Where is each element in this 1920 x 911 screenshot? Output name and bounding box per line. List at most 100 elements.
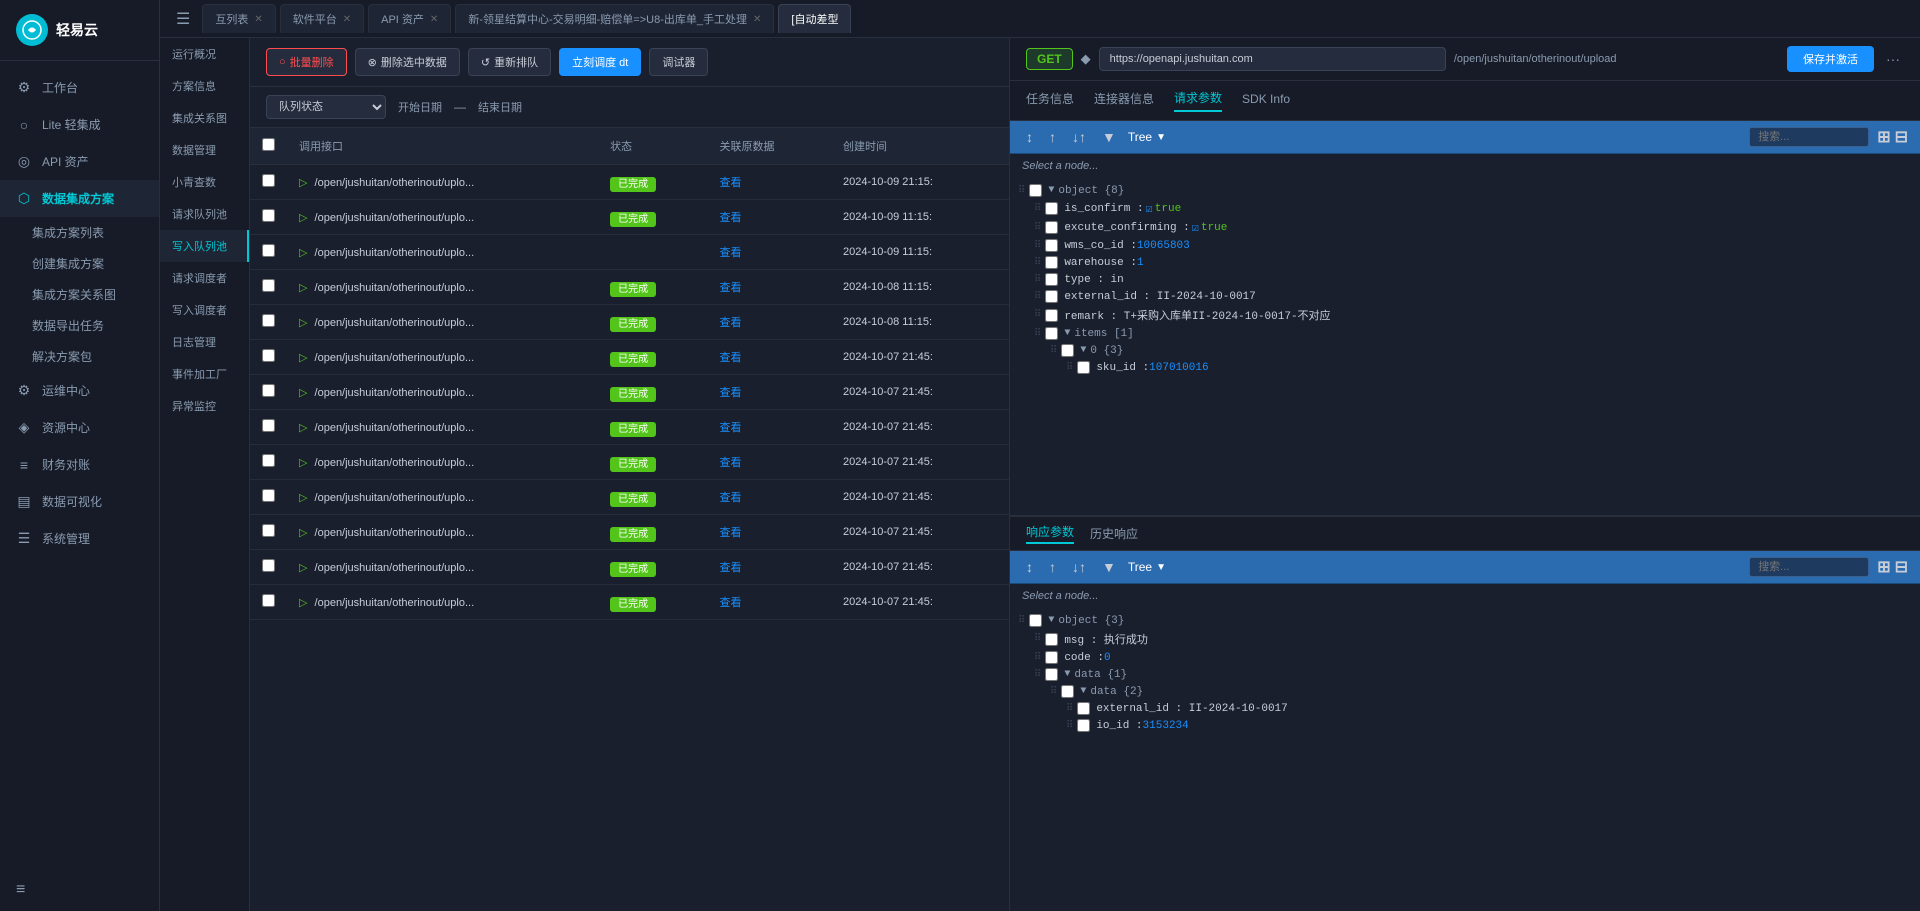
collapse-btn[interactable]: ▼ — [1080, 686, 1086, 697]
view-link[interactable]: 查看 — [720, 562, 742, 574]
delete-selected-button[interactable]: ⊗ 删除选中数据 — [355, 48, 460, 76]
response-collapse-all-icon[interactable]: ⊟ — [1895, 557, 1908, 577]
drag-handle[interactable]: ⠿ — [1066, 703, 1073, 715]
drag-handle[interactable]: ⠿ — [1034, 222, 1041, 234]
sidebar-item-data-viz[interactable]: ▤ 数据可视化 — [0, 483, 159, 520]
view-link[interactable]: 查看 — [720, 597, 742, 609]
row-checkbox[interactable] — [262, 244, 275, 257]
sort-icon[interactable]: ↕ — [1022, 127, 1037, 147]
down-icon[interactable]: ↓↑ — [1068, 557, 1090, 577]
menu-item-data-mgmt[interactable]: 数据管理 — [160, 134, 249, 166]
view-link[interactable]: 查看 — [720, 492, 742, 504]
sort-icon[interactable]: ↕ — [1022, 557, 1037, 577]
json-row-checkbox[interactable] — [1077, 719, 1090, 732]
tab-task-info[interactable]: 任务信息 — [1026, 90, 1074, 111]
row-checkbox[interactable] — [262, 594, 275, 607]
row-checkbox[interactable] — [262, 174, 275, 187]
menu-item-write-scheduler[interactable]: 写入调度者 — [160, 294, 249, 326]
row-checkbox[interactable] — [262, 384, 275, 397]
drag-handle[interactable]: ⠿ — [1034, 291, 1041, 303]
tab-software[interactable]: 软件平台 ✕ — [280, 4, 364, 33]
tab-close-icon[interactable]: ✕ — [430, 14, 438, 25]
schedule-dt-button[interactable]: 立刻调度 dt — [559, 48, 641, 76]
sidebar-item-resource[interactable]: ◈ 资源中心 — [0, 409, 159, 446]
view-link[interactable]: 查看 — [720, 457, 742, 469]
json-row-checkbox[interactable] — [1061, 344, 1074, 357]
response-expand-all-icon[interactable]: ⊞ — [1877, 557, 1890, 577]
menu-item-map[interactable]: 集成关系图 — [160, 102, 249, 134]
menu-item-anomaly[interactable]: 异常监控 — [160, 390, 249, 422]
json-row-checkbox[interactable] — [1045, 221, 1058, 234]
view-link[interactable]: 查看 — [720, 527, 742, 539]
row-checkbox[interactable] — [262, 349, 275, 362]
drag-handle[interactable]: ⠿ — [1034, 274, 1041, 286]
sidebar-item-solution-pkg[interactable]: 解决方案包 — [16, 341, 159, 372]
tab-api[interactable]: API 资产 ✕ — [368, 4, 451, 33]
view-link[interactable]: 查看 — [720, 387, 742, 399]
drag-handle[interactable]: ⠿ — [1018, 615, 1025, 627]
view-link[interactable]: 查看 — [720, 212, 742, 224]
json-row-checkbox[interactable] — [1045, 327, 1058, 340]
sidebar-item-create-integration[interactable]: 创建集成方案 — [16, 248, 159, 279]
json-row-checkbox[interactable] — [1061, 685, 1074, 698]
collapse-btn[interactable]: ▼ — [1064, 328, 1070, 339]
drag-handle[interactable]: ⠿ — [1034, 240, 1041, 252]
tab-request-params[interactable]: 请求参数 — [1174, 89, 1222, 112]
collapse-all-icon[interactable]: ⊟ — [1895, 127, 1908, 147]
view-link[interactable]: 查看 — [720, 352, 742, 364]
tab-response-params[interactable]: 响应参数 — [1026, 523, 1074, 544]
up-icon[interactable]: ↑ — [1045, 127, 1060, 147]
down-icon[interactable]: ↓↑ — [1068, 127, 1090, 147]
view-link[interactable]: 查看 — [720, 282, 742, 294]
json-row-checkbox[interactable] — [1045, 256, 1058, 269]
batch-delete-button[interactable]: ○ 批量删除 — [266, 48, 347, 76]
hamburger-icon[interactable]: ☰ — [168, 9, 198, 29]
request-search-input[interactable] — [1749, 127, 1869, 147]
drag-handle[interactable]: ⠿ — [1034, 633, 1041, 645]
menu-item-request-queue[interactable]: 请求队列池 — [160, 198, 249, 230]
re-queue-button[interactable]: ↺ 重新排队 — [468, 48, 551, 76]
menu-item-event-factory[interactable]: 事件加工厂 — [160, 358, 249, 390]
menu-item-request-scheduler[interactable]: 请求调度者 — [160, 262, 249, 294]
filter-icon[interactable]: ▼ — [1098, 557, 1120, 577]
more-options-button[interactable]: ··· — [1882, 51, 1904, 67]
json-row-checkbox[interactable] — [1045, 668, 1058, 681]
json-row-checkbox[interactable] — [1029, 184, 1042, 197]
sidebar-item-ops[interactable]: ⚙ 运维中心 — [0, 372, 159, 409]
tab-list[interactable]: 互列表 ✕ — [202, 4, 275, 33]
collapse-btn[interactable]: ▼ — [1048, 185, 1054, 196]
tab-close-icon[interactable]: ✕ — [254, 14, 262, 25]
row-checkbox[interactable] — [262, 524, 275, 537]
tab-close-icon[interactable]: ✕ — [343, 14, 351, 25]
sidebar-item-integration-list[interactable]: 集成方案列表 — [16, 217, 159, 248]
collapse-btn[interactable]: ▼ — [1048, 615, 1054, 626]
sidebar-item-workbench[interactable]: ⚙ 工作台 — [0, 69, 159, 106]
select-all-checkbox[interactable] — [262, 138, 275, 151]
view-link[interactable]: 查看 — [720, 422, 742, 434]
sidebar-item-data-export[interactable]: 数据导出任务 — [16, 310, 159, 341]
sidebar-item-api[interactable]: ◎ API 资产 — [0, 143, 159, 180]
json-row-checkbox[interactable] — [1045, 239, 1058, 252]
sidebar-item-sys[interactable]: ☰ 系统管理 — [0, 520, 159, 557]
drag-handle[interactable]: ⠿ — [1066, 720, 1073, 732]
row-checkbox[interactable] — [262, 419, 275, 432]
view-link[interactable]: 查看 — [720, 177, 742, 189]
row-checkbox[interactable] — [262, 559, 275, 572]
sidebar-item-integration-map[interactable]: 集成方案关系图 — [16, 279, 159, 310]
drag-handle[interactable]: ⠿ — [1034, 652, 1041, 664]
tab-sdk-info[interactable]: SDK Info — [1242, 92, 1290, 110]
drag-handle[interactable]: ⠿ — [1034, 669, 1041, 681]
json-row-checkbox[interactable] — [1045, 290, 1058, 303]
json-row-checkbox[interactable] — [1045, 309, 1058, 322]
collapse-btn[interactable]: ▼ — [1080, 345, 1086, 356]
sidebar-item-finance[interactable]: ≡ 财务对账 — [0, 446, 159, 483]
debug-button[interactable]: 调试器 — [649, 48, 708, 76]
view-link[interactable]: 查看 — [720, 247, 742, 259]
up-icon[interactable]: ↑ — [1045, 557, 1060, 577]
drag-handle[interactable]: ⠿ — [1050, 686, 1057, 698]
response-search-input[interactable] — [1749, 557, 1869, 577]
drag-handle[interactable]: ⠿ — [1018, 185, 1025, 197]
tab-history-response[interactable]: 历史响应 — [1090, 525, 1138, 542]
menu-item-plan-info[interactable]: 方案信息 — [160, 70, 249, 102]
json-row-checkbox[interactable] — [1077, 702, 1090, 715]
